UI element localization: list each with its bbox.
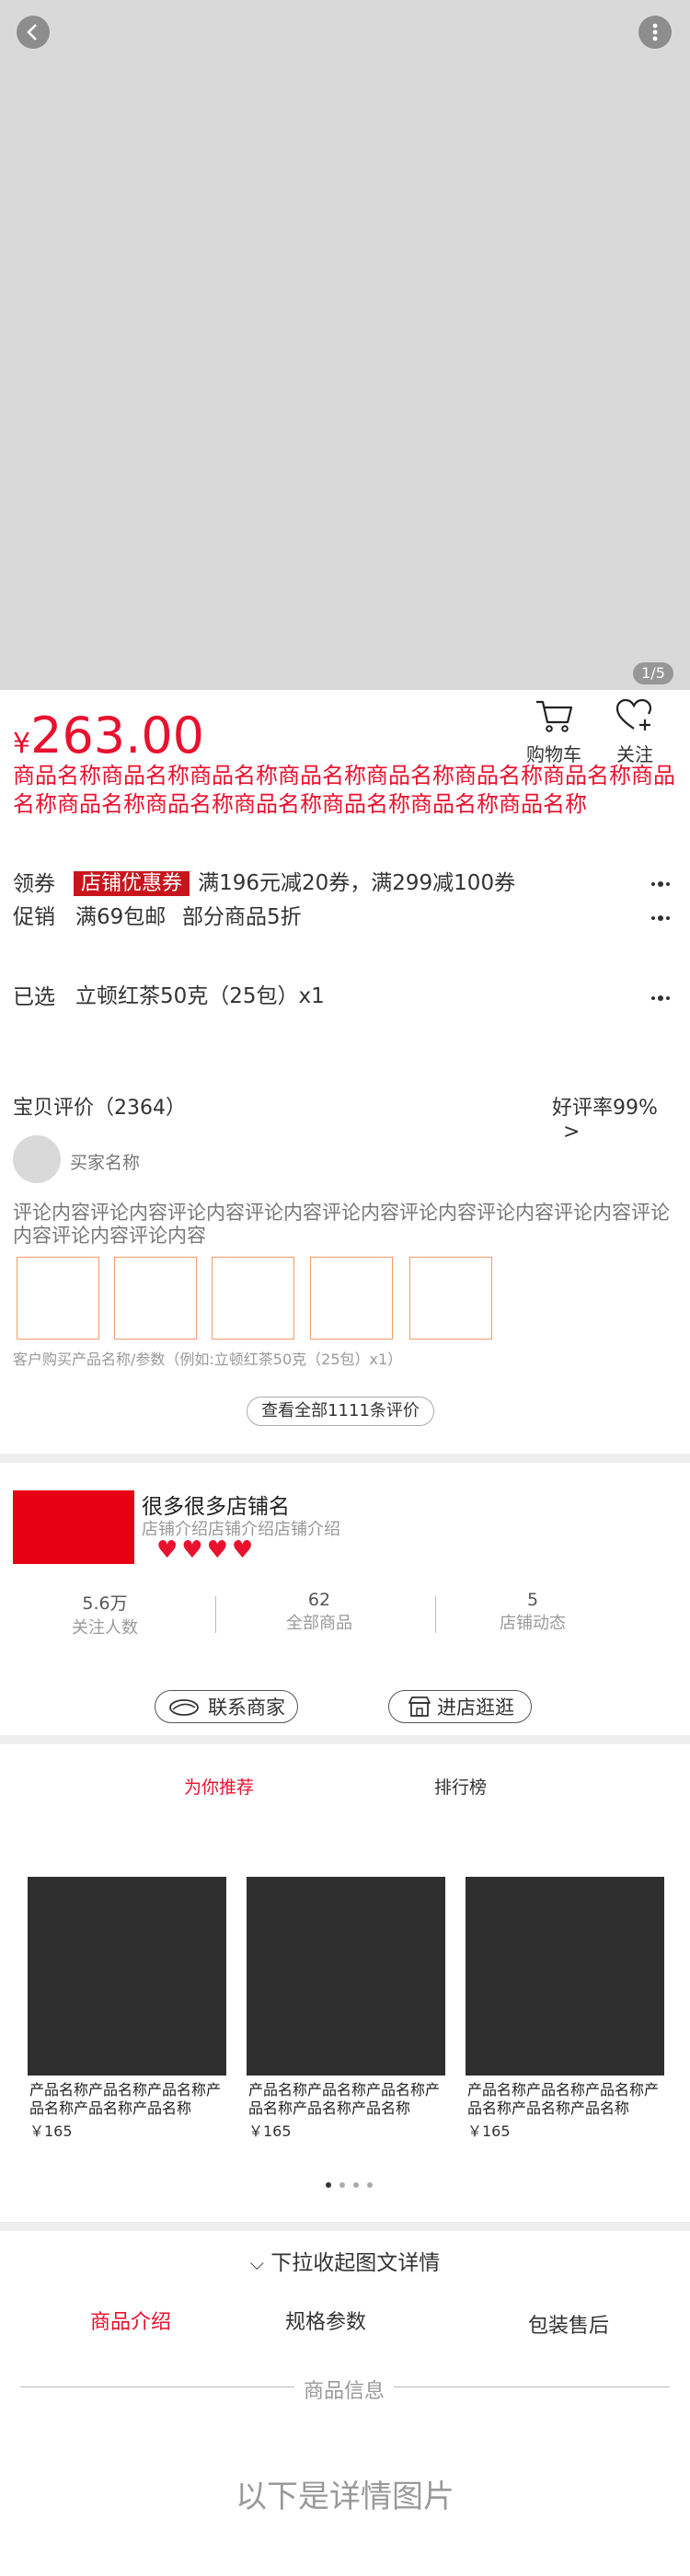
cart-button[interactable]: 购物车	[526, 697, 581, 766]
stat-label: 店铺动态	[500, 1614, 566, 1633]
tab-recommended[interactable]: 为你推荐	[184, 1774, 254, 1799]
shop-name[interactable]: 很多很多店铺名	[142, 1489, 290, 1520]
tab-specs[interactable]: 规格参数	[285, 2306, 366, 2335]
visit-shop-label: 进店逛逛	[437, 1696, 514, 1719]
follow-button[interactable]: 关注	[607, 697, 662, 766]
stat-label: 全部商品	[286, 1614, 352, 1633]
tab-ranking[interactable]: 排行榜	[434, 1774, 487, 1799]
stat-divider	[435, 1596, 436, 1633]
product-card-price: ￥165	[248, 2122, 292, 2140]
positive-rate: 好评率99%	[552, 1097, 658, 1120]
divider-line	[20, 2386, 294, 2387]
product-card-image[interactable]	[247, 1877, 445, 2076]
divider-line	[394, 2386, 670, 2387]
stat-number: 5.6万	[82, 1593, 128, 1614]
selected-more-icon[interactable]	[651, 988, 675, 1001]
product-card-price: ￥165	[467, 2122, 511, 2140]
product-card-name[interactable]: 产品名称产品名称产品名称产品名称产品名称产品名称	[467, 2081, 666, 2118]
more-button[interactable]	[638, 16, 672, 49]
stat-followers[interactable]: 5.6万 关注人数	[13, 1590, 197, 1639]
promo-label: 促销	[13, 905, 55, 929]
product-card-name[interactable]: 产品名称产品名称产品名称产品名称产品名称产品名称	[29, 2081, 228, 2118]
pull-collapse-label: 下拉收起图文详情	[270, 2251, 441, 2275]
coupon-label: 领券	[13, 872, 55, 896]
heart-plus-icon	[615, 698, 652, 730]
promo-item: 满69包邮	[75, 905, 167, 929]
review-photo[interactable]	[310, 1257, 393, 1340]
review-content: 评论内容评论内容评论内容评论内容评论内容评论内容评论内容评论内容评论内容评论内容…	[13, 1202, 670, 1247]
gallery-pager: 1/5	[633, 662, 673, 684]
review-photo[interactable]	[212, 1257, 294, 1340]
product-title: 商品名称商品名称商品名称商品名称商品名称商品名称商品名称商品名称商品名称商品名称…	[13, 763, 675, 817]
chat-bubble-icon	[169, 1699, 199, 1716]
stat-number: 62	[307, 1590, 331, 1610]
stat-number: 5	[526, 1590, 539, 1610]
coupon-row[interactable]: 店铺优惠券 满196元减20券，满299减100券	[74, 865, 515, 896]
section-divider	[0, 2222, 690, 2231]
review-spec: 客户购买产品名称/参数（例如:立顿红茶50克（25包）x1）	[13, 1351, 403, 1368]
shop-logo[interactable]	[13, 1490, 134, 1564]
promo-more-icon[interactable]	[651, 908, 675, 921]
stat-label: 关注人数	[72, 1618, 138, 1638]
product-card-name[interactable]: 产品名称产品名称产品名称产品名称产品名称产品名称	[248, 2081, 447, 2118]
review-photo[interactable]	[17, 1257, 99, 1340]
tab-product-intro[interactable]: 商品介绍	[90, 2306, 171, 2335]
carousel-indicator[interactable]	[326, 2174, 381, 2191]
review-photo[interactable]	[409, 1257, 492, 1340]
product-card-price: ￥165	[29, 2122, 73, 2140]
section-header-product-info: 商品信息	[304, 2380, 385, 2403]
avatar	[13, 1135, 61, 1183]
stat-divider	[215, 1596, 216, 1633]
section-divider	[0, 1735, 690, 1744]
coupon-more-icon[interactable]	[651, 874, 675, 887]
cart-icon	[536, 700, 573, 732]
review-photo[interactable]	[114, 1257, 197, 1340]
shop-rating-hearts: ♥♥♥♥	[156, 1536, 258, 1564]
detail-images-note: 以下是详情图片	[236, 2478, 454, 2515]
tab-after-sales[interactable]: 包装售后	[528, 2309, 609, 2339]
visit-shop-button[interactable]: 进店逛逛	[388, 1690, 532, 1723]
selected-value[interactable]: 立顿红茶50克（25包）x1	[75, 978, 325, 1009]
chevron-left-icon	[27, 24, 37, 40]
reviews-title: 宝贝评价（2364）	[13, 1097, 186, 1120]
selected-label: 已选	[13, 985, 55, 1009]
view-all-reviews-button[interactable]: 查看全部1111条评价	[247, 1397, 434, 1426]
more-vertical-icon	[652, 23, 658, 41]
promo-item: 部分商品5折	[182, 905, 302, 929]
chevron-down-icon: ⌵	[249, 2252, 264, 2274]
product-image-gallery[interactable]	[0, 0, 690, 690]
reviews-rating-link[interactable]: 好评率99% >	[552, 1091, 690, 1144]
buyer-name: 买家名称	[70, 1153, 141, 1173]
product-card-image[interactable]	[466, 1877, 664, 2076]
back-button[interactable]	[17, 16, 50, 49]
stat-shop-updates[interactable]: 5 店铺动态	[441, 1590, 625, 1634]
contact-seller-label: 联系商家	[208, 1696, 285, 1719]
section-divider	[0, 1454, 690, 1463]
shop-coupon-badge: 店铺优惠券	[74, 871, 190, 896]
pull-collapse-details[interactable]: ⌵ 下拉收起图文详情	[0, 2245, 690, 2276]
store-icon	[408, 1696, 431, 1717]
chevron-right-icon: >	[563, 1121, 581, 1144]
coupon-text: 满196元减20券，满299减100券	[198, 871, 516, 895]
product-card-image[interactable]	[28, 1877, 226, 2076]
stat-all-products[interactable]: 62 全部商品	[227, 1590, 411, 1634]
contact-seller-button[interactable]: 联系商家	[155, 1690, 298, 1723]
